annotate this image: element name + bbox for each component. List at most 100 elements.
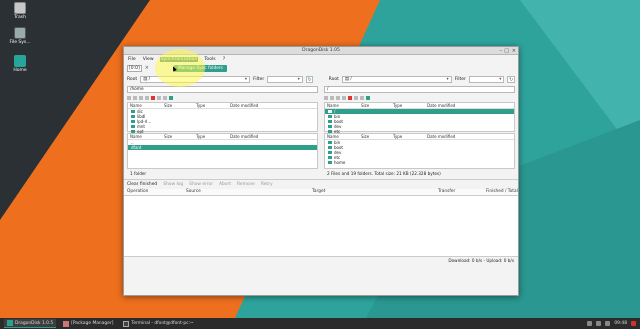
col-type[interactable]: Type: [194, 134, 228, 139]
col-target[interactable]: Target: [312, 189, 438, 195]
show-log-button[interactable]: Show log: [163, 182, 183, 187]
folder-icon: [328, 120, 332, 123]
col-size[interactable]: Size: [162, 134, 194, 139]
retry-button[interactable]: Retry: [261, 182, 273, 187]
folder-icon: [328, 130, 332, 133]
col-size[interactable]: Size: [359, 134, 391, 139]
taskbar-item-dragondisk[interactable]: DragonDisk 1.0.5: [4, 319, 57, 328]
col-operation[interactable]: Operation: [124, 189, 186, 195]
col-type[interactable]: Type: [391, 134, 425, 139]
new-folder-icon[interactable]: [145, 96, 149, 100]
folder-icon: [131, 125, 135, 128]
right-status-text: 2 Files and 19 folders. Total size: 21 K…: [327, 171, 441, 176]
close-tab-icon[interactable]: ×: [145, 65, 149, 71]
right-tree: Name Size Type Date modified / bin boot …: [324, 102, 515, 134]
menu-synchronization[interactable]: Synchronization: [159, 56, 199, 62]
taskbar-item-terminal[interactable]: Terminal - dfont@dfont-pc:~: [120, 319, 196, 328]
right-filter-combo[interactable]: ▾: [468, 76, 505, 83]
copy-icon[interactable]: [330, 96, 334, 100]
battery-icon[interactable]: [605, 321, 611, 326]
desktop-icon-label: Home: [13, 68, 27, 73]
col-name[interactable]: Name: [128, 134, 162, 139]
close-icon[interactable]: ×: [512, 48, 516, 54]
col-type[interactable]: Type: [391, 103, 425, 108]
chevron-down-icon: ▾: [244, 77, 248, 82]
copy-icon[interactable]: [133, 96, 137, 100]
left-filter-combo[interactable]: ▾: [267, 76, 303, 83]
col-name[interactable]: Name: [128, 103, 162, 108]
col-transfer[interactable]: Transfer: [438, 189, 486, 195]
taskbar-item-label: Terminal - dfont@dfont-pc:~: [131, 321, 194, 326]
col-date[interactable]: Date modified: [228, 103, 258, 108]
drive-icon: [14, 27, 26, 39]
menu-file[interactable]: File: [127, 57, 137, 62]
rename-icon[interactable]: [354, 96, 358, 100]
refresh-icon[interactable]: ↻: [305, 76, 314, 83]
properties-icon[interactable]: [163, 96, 167, 100]
col-type[interactable]: Type: [194, 103, 228, 108]
desktop-icon-label: Trash: [14, 15, 26, 20]
desktop-icon-trash[interactable]: Trash: [6, 2, 34, 20]
clock[interactable]: 09:48: [614, 321, 627, 326]
new-folder-icon[interactable]: [342, 96, 346, 100]
window-titlebar[interactable]: DragonDisk 1.05 – □ ×: [124, 47, 518, 55]
right-path-field[interactable]: /: [324, 86, 515, 93]
rename-icon[interactable]: [157, 96, 161, 100]
manage-sync-folders-item[interactable]: Manage Sync folders: [173, 64, 227, 72]
col-date[interactable]: Date modified: [425, 134, 455, 139]
properties-icon[interactable]: [360, 96, 364, 100]
queue-list[interactable]: [124, 196, 518, 256]
show-error-button[interactable]: Show error: [189, 182, 213, 187]
folder-icon: [131, 130, 135, 133]
upload-icon[interactable]: [127, 96, 131, 100]
menu-help[interactable]: ?: [222, 57, 226, 62]
left-pane: Name Size Type Date modified dic libdl l…: [127, 94, 318, 179]
left-root-combo[interactable]: ▤ / ▾: [140, 76, 251, 83]
desktop-icon-home[interactable]: Home: [6, 55, 34, 73]
network-icon[interactable]: [587, 321, 593, 326]
maximize-icon[interactable]: □: [504, 48, 509, 54]
delete-icon[interactable]: [151, 96, 155, 100]
col-name[interactable]: Name: [325, 103, 359, 108]
abort-button[interactable]: Abort: [219, 182, 231, 187]
clear-finished-button[interactable]: Clear finished: [127, 182, 157, 187]
list-item[interactable]: home: [325, 160, 514, 165]
minimize-icon[interactable]: –: [500, 48, 503, 54]
list-item-label: home: [334, 160, 346, 165]
config-indicator[interactable]: [0:0]: [127, 64, 142, 72]
view-options-icon[interactable]: [169, 96, 173, 100]
col-name[interactable]: Name: [325, 134, 359, 139]
paste-icon[interactable]: [139, 96, 143, 100]
taskbar: DragonDisk 1.0.5 [Package Manager] Termi…: [0, 318, 640, 329]
menu-view[interactable]: View: [142, 57, 155, 62]
toolbar: [0:0] × Manage Sync folders: [124, 63, 518, 73]
paste-icon[interactable]: [336, 96, 340, 100]
power-icon[interactable]: [631, 321, 636, 326]
list-item-selected[interactable]: dfant: [128, 145, 317, 150]
col-size[interactable]: Size: [359, 103, 391, 108]
folder-icon: [328, 125, 332, 128]
desktop-icon-filesystem[interactable]: File Sys...: [6, 27, 34, 45]
remove-button[interactable]: Remove: [237, 182, 255, 187]
panes: Name Size Type Date modified dic libdl l…: [124, 94, 518, 179]
col-date[interactable]: Date modified: [228, 134, 258, 139]
chevron-down-icon: ▾: [297, 77, 300, 82]
upload-icon[interactable]: [324, 96, 328, 100]
left-path-field[interactable]: /home: [127, 86, 318, 93]
refresh-icon[interactable]: ↻: [507, 76, 516, 83]
menu-tools[interactable]: Tools: [203, 57, 216, 62]
delete-icon[interactable]: [348, 96, 352, 100]
right-root-combo[interactable]: ▤ / ▾: [341, 76, 452, 83]
col-finished-total[interactable]: Finished / Total: [486, 189, 518, 195]
folder-icon: [328, 146, 332, 149]
col-source[interactable]: Source: [186, 189, 312, 195]
col-date[interactable]: Date modified: [425, 103, 455, 108]
view-options-icon[interactable]: [366, 96, 370, 100]
left-action-icons: [127, 94, 318, 102]
taskbar-item-package-manager[interactable]: [Package Manager]: [60, 319, 116, 328]
drive-icon: ▤: [143, 77, 148, 82]
right-root-value: /: [350, 77, 352, 82]
col-size[interactable]: Size: [162, 103, 194, 108]
volume-icon[interactable]: [596, 321, 602, 326]
folder-icon: [131, 110, 135, 113]
